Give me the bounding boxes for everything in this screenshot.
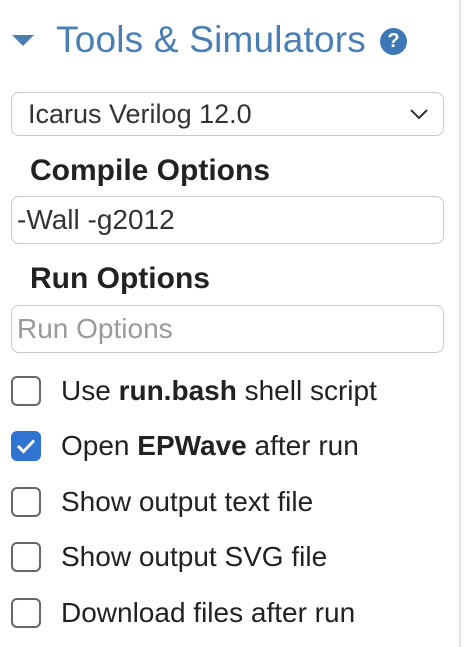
checkbox-checked[interactable]	[11, 431, 41, 461]
checkbox-label-pre: Use	[61, 375, 119, 406]
checkbox[interactable]	[11, 542, 41, 572]
panel-divider	[459, 0, 461, 647]
checkbox-row-use-run-bash[interactable]: Use run.bash shell script	[11, 373, 377, 409]
chevron-down-icon	[410, 109, 428, 120]
question-circle-icon[interactable]: ?	[380, 27, 407, 55]
section-title[interactable]: Tools & Simulators	[56, 19, 366, 61]
checkbox[interactable]	[11, 598, 41, 628]
checkbox[interactable]	[11, 487, 41, 517]
checkbox-label-pre: Open	[61, 430, 138, 461]
checkbox-row-open-epwave[interactable]: Open EPWave after run	[11, 428, 359, 464]
tools-simulators-panel: Tools & Simulators ? Icarus Verilog 12.0…	[0, 0, 461, 647]
simulator-select-value: Icarus Verilog 12.0	[28, 98, 252, 129]
checkbox[interactable]	[11, 376, 41, 406]
simulator-select[interactable]: Icarus Verilog 12.0	[11, 92, 444, 136]
checkbox-label: Show output text file	[61, 486, 314, 517]
checkbox-label: Show output SVG file	[61, 541, 328, 572]
checkbox-label-post: after run	[246, 430, 359, 461]
checkmark-icon	[16, 439, 36, 454]
checkbox-label-post: shell script	[236, 375, 377, 406]
checkbox-label-bold: run.bash	[118, 375, 237, 406]
section-header[interactable]: Tools & Simulators ?	[10, 16, 407, 64]
run-options-label: Run Options	[30, 262, 210, 295]
caret-down-icon[interactable]	[12, 34, 34, 46]
checkbox-row-show-output-svg[interactable]: Show output SVG file	[11, 539, 327, 575]
checkbox-row-download-files[interactable]: Download files after run	[11, 595, 355, 631]
checkbox-label: Download files after run	[61, 597, 356, 628]
checkbox-row-show-output-text[interactable]: Show output text file	[11, 484, 313, 520]
compile-options-input[interactable]	[11, 196, 444, 244]
compile-options-label: Compile Options	[30, 154, 270, 187]
run-options-input[interactable]	[11, 305, 444, 353]
checkbox-label-bold: EPWave	[137, 430, 247, 461]
